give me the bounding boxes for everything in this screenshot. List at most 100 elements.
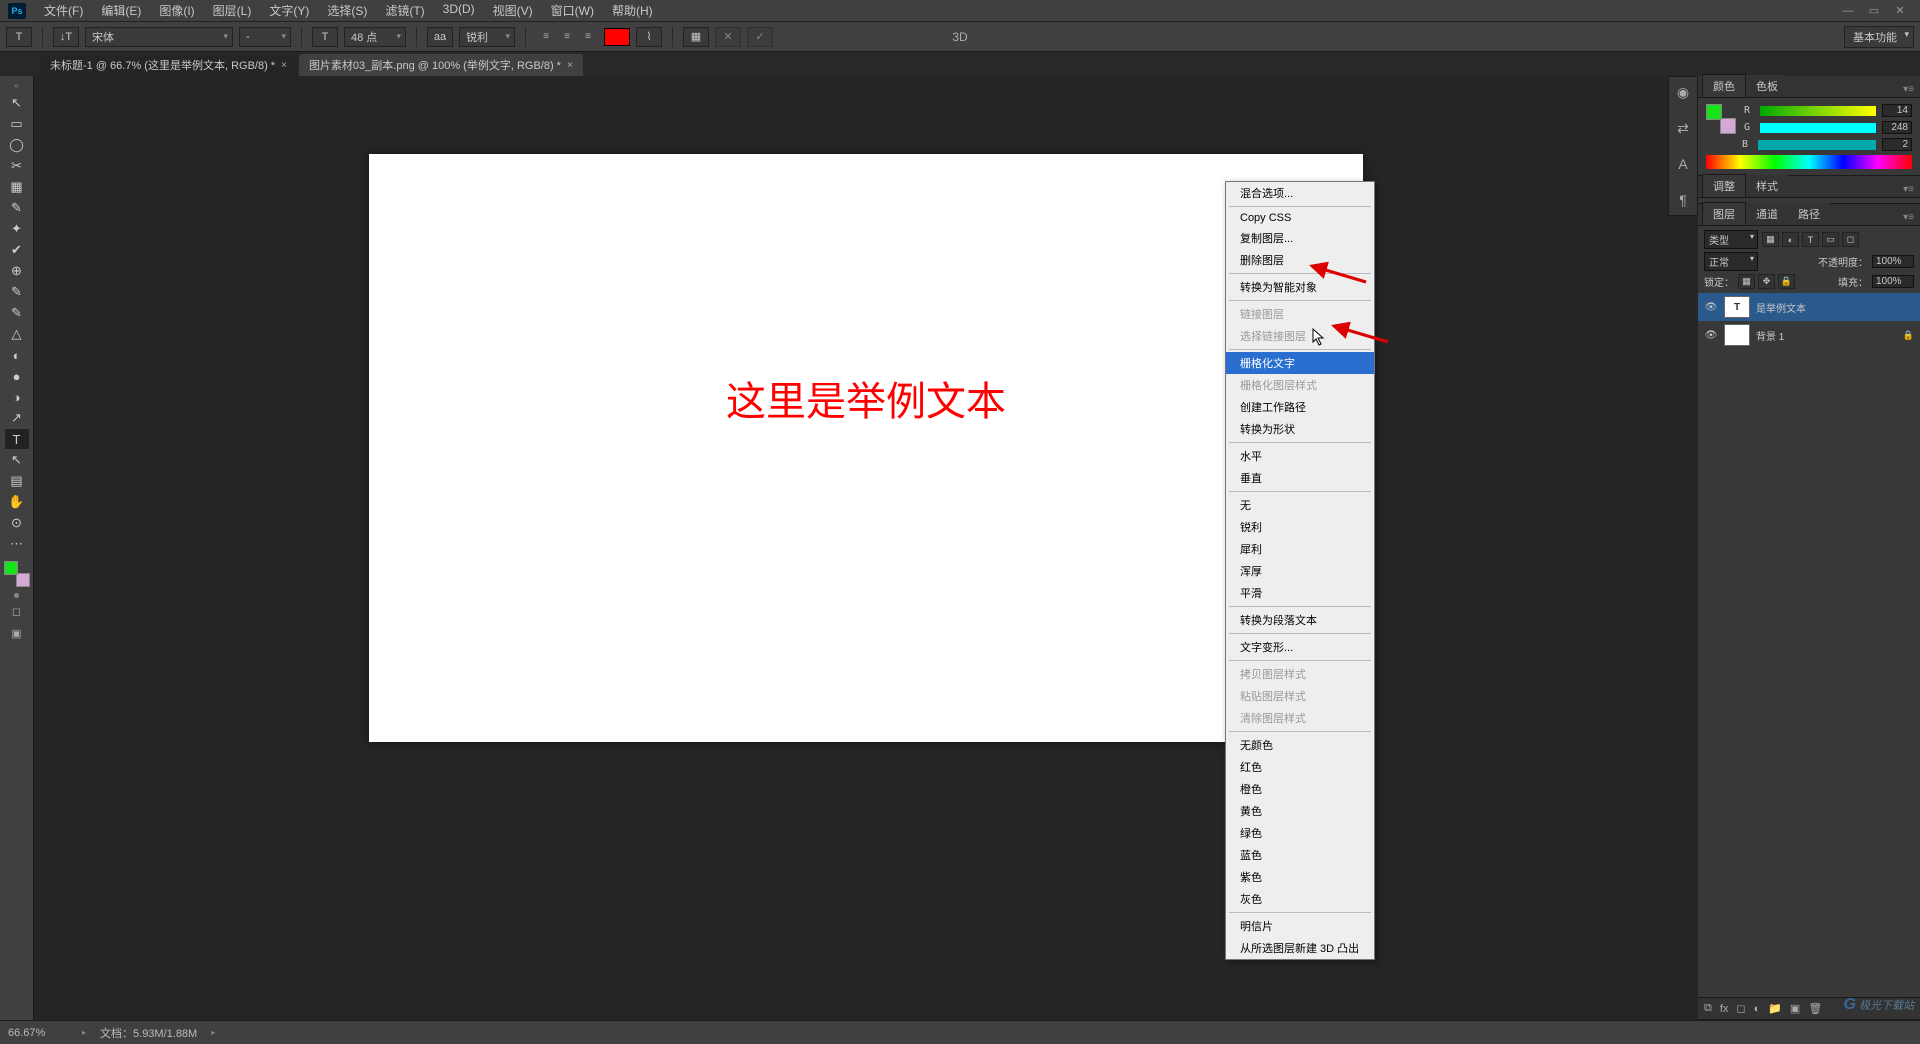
tool-8[interactable]: ⊕ [5,261,29,281]
tab-paths[interactable]: 路径 [1788,203,1830,225]
link-layers-icon[interactable]: ⧉ [1704,1002,1712,1015]
foreground-background-swatch[interactable] [4,561,30,587]
sample-text[interactable]: 这里是举例文本 [726,369,1006,427]
document-info[interactable]: 文档：5.93M/1.88M [100,1025,197,1041]
tool-12[interactable]: ◐ [5,345,29,365]
opacity-input[interactable]: 100% [1872,255,1914,268]
context-item-38[interactable]: 蓝色 [1226,844,1374,866]
properties-panel-icon[interactable]: ⇄ [1669,117,1697,139]
context-item-16[interactable]: 水平 [1226,445,1374,467]
slider-track-r[interactable] [1760,106,1876,116]
text-color-swatch[interactable] [604,28,630,46]
tool-11[interactable]: △ [5,324,29,344]
value-b[interactable]: 2 [1882,138,1912,151]
tool-4[interactable]: ▦ [5,177,29,197]
minimize-button[interactable]: — [1836,3,1860,19]
tool-3[interactable]: ✂ [5,156,29,176]
quick-mask-button[interactable]: ◻ [8,602,26,620]
tool-17[interactable]: ↖ [5,450,29,470]
lock-pixels-icon[interactable]: ▦ [1738,274,1755,289]
color-panel-menu-icon[interactable]: ▾≡ [1897,82,1920,97]
tool-6[interactable]: ✦ [5,219,29,239]
document-tab-1[interactable]: 未标题-1 @ 66.7% (这里是举例文本, RGB/8) * × [40,54,297,76]
character-panel-button[interactable]: ▦ [683,27,709,47]
context-item-42[interactable]: 明信片 [1226,915,1374,937]
close-tab-2-icon[interactable]: × [567,60,573,71]
filter-shape-icon[interactable]: ▭ [1822,232,1839,247]
menu-help[interactable]: 帮助(H) [604,0,661,21]
menu-type[interactable]: 文字(Y) [261,0,317,21]
tool-20[interactable]: ⊙ [5,513,29,533]
layer-name-text[interactable]: 是举例文本 [1756,300,1806,315]
tool-13[interactable]: ● [5,366,29,386]
tool-14[interactable]: ◑ [5,387,29,407]
color-spectrum[interactable] [1706,155,1912,169]
menu-3d[interactable]: 3D(D) [435,0,483,21]
align-left-button[interactable]: ≡ [536,28,556,46]
context-item-39[interactable]: 紫色 [1226,866,1374,888]
context-item-34[interactable]: 红色 [1226,756,1374,778]
tool-16[interactable]: T [5,429,29,449]
tool-15[interactable]: ↗ [5,408,29,428]
context-item-0[interactable]: 混合选项... [1226,182,1374,204]
layer-filter-kind[interactable]: 类型 [1704,230,1758,249]
tab-layers[interactable]: 图层 [1702,202,1746,225]
context-item-4[interactable]: 删除图层 [1226,249,1374,271]
tab-swatches[interactable]: 色板 [1746,75,1788,97]
layer-mask-icon[interactable]: ◻ [1736,1002,1745,1015]
tool-2[interactable]: ◯ [5,135,29,155]
context-item-22[interactable]: 浑厚 [1226,560,1374,582]
tool-9[interactable]: ✎ [5,282,29,302]
value-g[interactable]: 248 [1882,121,1912,134]
context-item-35[interactable]: 橙色 [1226,778,1374,800]
context-item-19[interactable]: 无 [1226,494,1374,516]
tab-channels[interactable]: 通道 [1746,203,1788,225]
font-style-select[interactable]: - [239,27,291,47]
menu-view[interactable]: 视图(V) [485,0,541,21]
menu-image[interactable]: 图像(I) [151,0,202,21]
blend-mode-select[interactable]: 正常 [1704,252,1758,271]
menu-layer[interactable]: 图层(L) [205,0,260,21]
color-panel-bg-swatch[interactable] [1720,118,1736,134]
close-tab-1-icon[interactable]: × [281,60,287,71]
context-item-17[interactable]: 垂直 [1226,467,1374,489]
context-item-23[interactable]: 平滑 [1226,582,1374,604]
slider-track-g[interactable] [1760,123,1876,133]
history-panel-icon[interactable]: ◉ [1669,81,1697,103]
context-item-2[interactable]: Copy CSS [1226,209,1374,227]
delete-layer-icon[interactable]: 🗑 [1808,1002,1822,1015]
context-item-11[interactable]: 栅格化文字 [1226,352,1374,374]
context-item-3[interactable]: 复制图层... [1226,227,1374,249]
visibility-icon[interactable]: 👁 [1704,302,1718,313]
align-center-button[interactable]: ≡ [557,28,577,46]
menu-filter[interactable]: 滤镜(T) [377,0,432,21]
context-item-37[interactable]: 绿色 [1226,822,1374,844]
align-right-button[interactable]: ≡ [578,28,598,46]
context-item-6[interactable]: 转换为智能对象 [1226,276,1374,298]
tool-0[interactable]: ↖ [5,93,29,113]
commit-button[interactable]: ✓ [747,27,773,47]
close-button[interactable]: ✕ [1888,3,1912,19]
tool-19[interactable]: ✋ [5,492,29,512]
warp-text-button[interactable]: ⌇ [636,27,662,47]
text-orientation-button[interactable]: ↓T [53,27,79,47]
lock-position-icon[interactable]: ✥ [1758,274,1775,289]
filter-pixel-icon[interactable]: ▦ [1762,232,1779,247]
3d-mode-label[interactable]: 3D [952,30,967,44]
value-r[interactable]: 14 [1882,104,1912,117]
adjustment-layer-icon[interactable]: ◐ [1754,1003,1761,1015]
tool-1[interactable]: ▭ [5,114,29,134]
foreground-color-swatch[interactable] [4,561,18,575]
filter-smart-icon[interactable]: ◻ [1842,232,1859,247]
maximize-button[interactable]: ▭ [1862,3,1886,19]
filter-type-icon[interactable]: T [1802,232,1819,247]
adjustments-panel-menu-icon[interactable]: ▾≡ [1897,182,1920,197]
filter-adjust-icon[interactable]: ◐ [1782,232,1799,247]
tab-styles[interactable]: 样式 [1746,175,1788,197]
paragraph-panel-icon[interactable]: ¶ [1669,189,1697,211]
toolbox-collapse-icon[interactable]: « [3,80,31,90]
font-size-select[interactable]: 48 点 [344,27,406,47]
lock-all-icon[interactable]: 🔒 [1778,274,1795,289]
screen-mode-button[interactable]: ▣ [8,624,26,642]
color-panel-fgbg[interactable] [1706,104,1736,134]
